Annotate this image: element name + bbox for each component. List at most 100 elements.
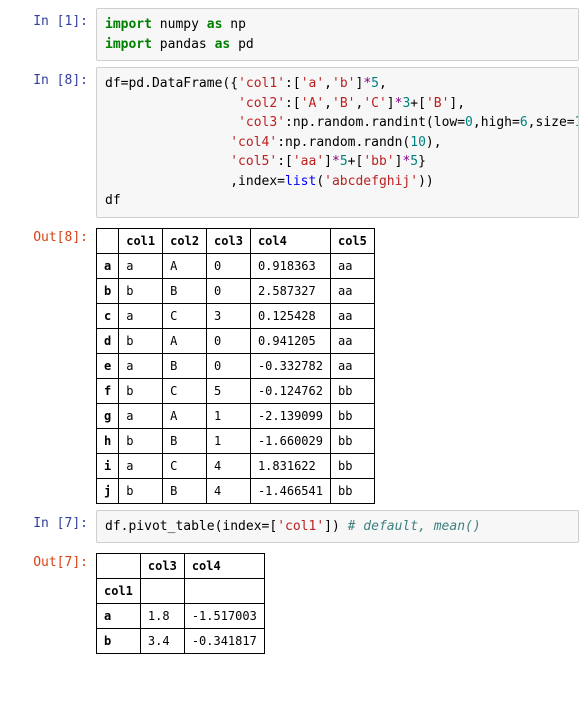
table-cell: A bbox=[163, 328, 207, 353]
row-index: e bbox=[97, 353, 119, 378]
table-row: dbA00.941205aa bbox=[97, 328, 375, 353]
table-cell: aa bbox=[330, 353, 374, 378]
table-cell: a bbox=[119, 303, 163, 328]
row-index: i bbox=[97, 453, 119, 478]
table-cell: 2.587327 bbox=[250, 278, 330, 303]
notebook-cell: In [1]: import numpy as np import pandas… bbox=[8, 8, 579, 61]
table-cell: b bbox=[119, 278, 163, 303]
table-cell: bb bbox=[330, 428, 374, 453]
table-cell: 1 bbox=[207, 428, 251, 453]
table-cell: 0 bbox=[207, 328, 251, 353]
input-prompt: In [7]: bbox=[8, 510, 96, 544]
table-cell: -1.466541 bbox=[250, 478, 330, 503]
code-cell-3[interactable]: df.pivot_table(index=['col1']) # default… bbox=[96, 510, 579, 544]
row-index: f bbox=[97, 378, 119, 403]
row-index: d bbox=[97, 328, 119, 353]
notebook-output: Out[8]: col1col2col3col4col5aaA00.918363… bbox=[8, 224, 579, 504]
table-cell: a bbox=[119, 453, 163, 478]
table-cell: 3.4 bbox=[140, 629, 184, 654]
input-prompt: In [1]: bbox=[8, 8, 96, 61]
column-header-blank bbox=[140, 579, 184, 604]
table-cell: C bbox=[163, 378, 207, 403]
table-cell: B bbox=[163, 353, 207, 378]
table-cell: 0.918363 bbox=[250, 253, 330, 278]
table-row: eaB0-0.332782aa bbox=[97, 353, 375, 378]
column-header: col3 bbox=[207, 228, 251, 253]
output-area: col3col4col1a1.8-1.517003b3.4-0.341817 bbox=[96, 549, 579, 654]
row-index: b bbox=[97, 278, 119, 303]
notebook-cell: In [8]: df=pd.DataFrame({'col1':['a','b'… bbox=[8, 67, 579, 218]
table-cell: 1.8 bbox=[140, 604, 184, 629]
table-cell: 5 bbox=[207, 378, 251, 403]
column-header-blank bbox=[184, 579, 264, 604]
table-cell: bb bbox=[330, 478, 374, 503]
table-cell: 4 bbox=[207, 453, 251, 478]
table-cell: b bbox=[119, 428, 163, 453]
table-cell: aa bbox=[330, 278, 374, 303]
notebook-cell: In [7]: df.pivot_table(index=['col1']) #… bbox=[8, 510, 579, 544]
table-row: aaA00.918363aa bbox=[97, 253, 375, 278]
table-cell: a bbox=[119, 253, 163, 278]
row-index: g bbox=[97, 403, 119, 428]
table-cell: b bbox=[119, 478, 163, 503]
column-header-blank bbox=[97, 554, 141, 579]
table-cell: 0 bbox=[207, 253, 251, 278]
table-cell: 3 bbox=[207, 303, 251, 328]
table-row: b3.4-0.341817 bbox=[97, 629, 265, 654]
row-index: a bbox=[97, 604, 141, 629]
table-cell: -1.517003 bbox=[184, 604, 264, 629]
table-cell: -0.124762 bbox=[250, 378, 330, 403]
table-cell: -1.660029 bbox=[250, 428, 330, 453]
column-header: col5 bbox=[330, 228, 374, 253]
row-index: a bbox=[97, 253, 119, 278]
column-header: col1 bbox=[119, 228, 163, 253]
table-row: hbB1-1.660029bb bbox=[97, 428, 375, 453]
table-cell: aa bbox=[330, 303, 374, 328]
table-cell: 1.831622 bbox=[250, 453, 330, 478]
column-header-blank bbox=[97, 228, 119, 253]
dataframe-table: col1col2col3col4col5aaA00.918363aabbB02.… bbox=[96, 228, 375, 504]
table-cell: B bbox=[163, 278, 207, 303]
table-row: jbB4-1.466541bb bbox=[97, 478, 375, 503]
table-cell: aa bbox=[330, 253, 374, 278]
row-index: b bbox=[97, 629, 141, 654]
table-row: fbC5-0.124762bb bbox=[97, 378, 375, 403]
column-header: col2 bbox=[163, 228, 207, 253]
table-cell: b bbox=[119, 378, 163, 403]
row-index: h bbox=[97, 428, 119, 453]
table-cell: B bbox=[163, 478, 207, 503]
output-area: col1col2col3col4col5aaA00.918363aabbB02.… bbox=[96, 224, 579, 504]
table-row: caC30.125428aa bbox=[97, 303, 375, 328]
table-row: a1.8-1.517003 bbox=[97, 604, 265, 629]
table-cell: 1 bbox=[207, 403, 251, 428]
table-cell: 0 bbox=[207, 353, 251, 378]
table-cell: -0.341817 bbox=[184, 629, 264, 654]
table-cell: aa bbox=[330, 328, 374, 353]
notebook-output: Out[7]: col3col4col1a1.8-1.517003b3.4-0.… bbox=[8, 549, 579, 654]
table-cell: A bbox=[163, 253, 207, 278]
row-index: j bbox=[97, 478, 119, 503]
code-cell-1[interactable]: import numpy as np import pandas as pd bbox=[96, 8, 579, 61]
pivot-table: col3col4col1a1.8-1.517003b3.4-0.341817 bbox=[96, 553, 265, 654]
column-header: col4 bbox=[184, 554, 264, 579]
table-cell: -0.332782 bbox=[250, 353, 330, 378]
table-cell: 4 bbox=[207, 478, 251, 503]
table-row: bbB02.587327aa bbox=[97, 278, 375, 303]
table-cell: B bbox=[163, 428, 207, 453]
table-cell: a bbox=[119, 403, 163, 428]
column-header: col4 bbox=[250, 228, 330, 253]
table-cell: b bbox=[119, 328, 163, 353]
column-header: col3 bbox=[140, 554, 184, 579]
table-cell: a bbox=[119, 353, 163, 378]
table-cell: C bbox=[163, 453, 207, 478]
table-cell: bb bbox=[330, 403, 374, 428]
table-cell: bb bbox=[330, 378, 374, 403]
table-row: iaC41.831622bb bbox=[97, 453, 375, 478]
index-name: col1 bbox=[97, 579, 141, 604]
input-prompt: In [8]: bbox=[8, 67, 96, 218]
output-prompt: Out[8]: bbox=[8, 224, 96, 504]
table-cell: 0.125428 bbox=[250, 303, 330, 328]
code-cell-2[interactable]: df=pd.DataFrame({'col1':['a','b']*5, 'co… bbox=[96, 67, 579, 218]
table-cell: -2.139099 bbox=[250, 403, 330, 428]
table-cell: C bbox=[163, 303, 207, 328]
